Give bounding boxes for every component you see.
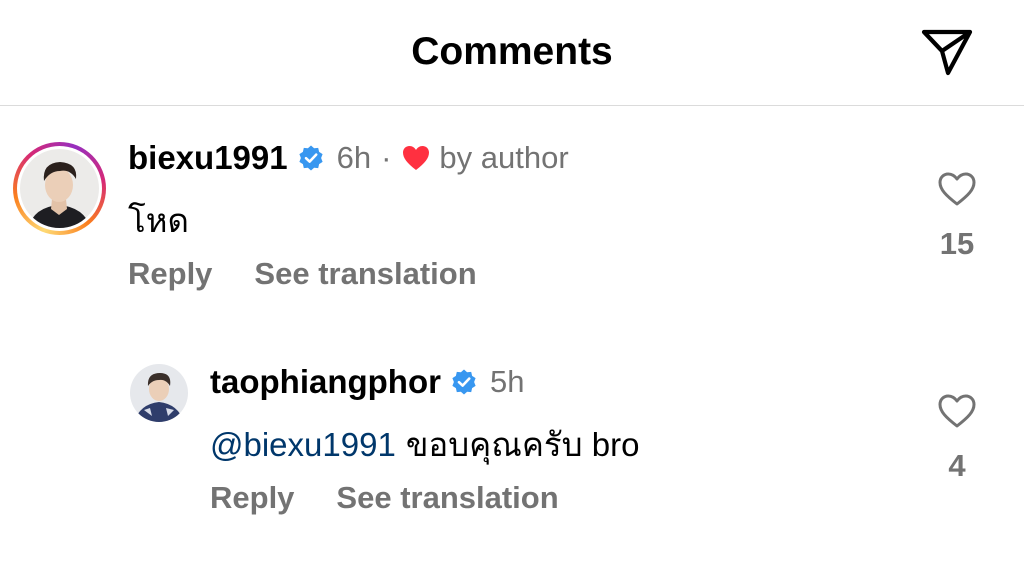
comment-meta: biexu1991 6h · by author [128, 138, 569, 178]
comment-text: โหด [128, 194, 189, 247]
comment-meta: taophiangphor 5h [210, 362, 524, 402]
comment-body: โหด [128, 202, 189, 239]
reply-button[interactable]: Reply [210, 480, 294, 516]
page-title: Comments [411, 30, 613, 73]
username[interactable]: biexu1991 [128, 139, 288, 177]
liked-by-author-label: by author [439, 140, 569, 175]
comment-item: biexu1991 6h · by author โหด Reply See t… [0, 130, 1024, 310]
avatar[interactable] [130, 364, 188, 422]
comment-text: @biexu1991 ขอบคุณครับ bro [210, 418, 639, 471]
like-count: 15 [939, 226, 975, 261]
avatar[interactable] [20, 149, 99, 228]
liked-by-author-heart-icon [401, 144, 431, 172]
like-count: 4 [948, 448, 966, 483]
comment-actions: Reply See translation [128, 256, 519, 292]
share-button[interactable] [916, 24, 978, 80]
like-column: 4 [930, 392, 984, 484]
comment-body: ขอบคุณครับ bro [405, 426, 640, 463]
see-translation-button[interactable]: See translation [336, 480, 558, 516]
like-column: 15 [930, 170, 984, 262]
see-translation-button[interactable]: See translation [254, 256, 476, 292]
header: Comments [0, 0, 1024, 106]
reply-comment-item: taophiangphor 5h @biexu1991 ขอบคุณครับ br… [0, 352, 1024, 532]
username[interactable]: taophiangphor [210, 363, 441, 401]
comment-actions: Reply See translation [210, 480, 601, 516]
verified-badge-icon [297, 144, 325, 172]
separator-dot: · [381, 140, 392, 175]
comment-time: 5h [489, 364, 525, 399]
verified-badge-icon [450, 368, 478, 396]
paper-plane-icon [921, 29, 973, 76]
reply-button[interactable]: Reply [128, 256, 212, 292]
heart-outline-icon[interactable] [937, 170, 977, 208]
heart-outline-icon[interactable] [937, 392, 977, 430]
mention-link[interactable]: @biexu1991 [210, 426, 396, 463]
comment-time: 6h [336, 140, 372, 175]
